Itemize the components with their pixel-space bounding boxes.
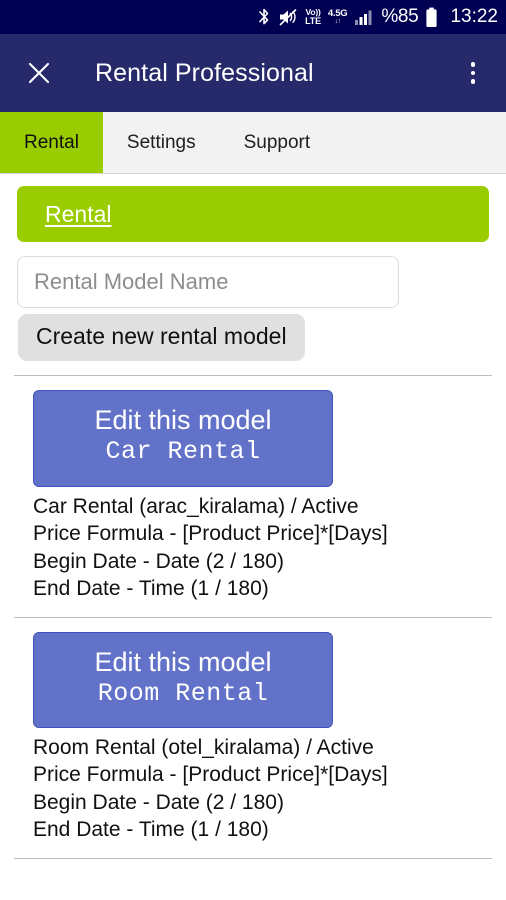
model-detail-line: Price Formula - [Product Price]*[Days]	[33, 763, 388, 787]
tab-settings-label: Settings	[126, 131, 196, 153]
close-icon[interactable]	[26, 60, 52, 86]
tab-support[interactable]: Support	[220, 112, 335, 173]
model-detail-line: End Date - Time (1 / 180)	[33, 818, 269, 842]
overflow-menu-icon[interactable]	[460, 60, 486, 86]
page-title: Rental Professional	[95, 58, 314, 87]
edit-model-button-car-rental[interactable]: Edit this model Car Rental	[33, 390, 333, 487]
network-type-label: 4.5G	[327, 7, 348, 19]
network-type-icon: 4.5G ↓↑	[327, 7, 348, 26]
rental-banner-link[interactable]: Rental	[45, 201, 111, 228]
overflow-dot-1	[470, 62, 476, 67]
model-detail-line: Car Rental (arac_kiralama) / Active	[33, 494, 359, 518]
status-bar-icons: Vo)) LTE 4.5G ↓↑ %85 13:22	[257, 6, 498, 28]
volte-bottom-label: LTE	[305, 15, 321, 26]
model-details-car-rental: Car Rental (arac_kiralama) / Active Pric…	[33, 493, 506, 603]
tab-settings[interactable]: Settings	[103, 112, 220, 173]
edit-model-button-model-name: Room Rental	[97, 678, 269, 708]
section-divider-2	[14, 616, 492, 618]
edit-model-button-title: Edit this model	[94, 646, 272, 677]
battery-icon	[425, 7, 438, 28]
edit-model-button-title: Edit this model	[94, 405, 272, 436]
volte-icon: Vo)) LTE	[305, 8, 321, 26]
model-detail-line: Room Rental (otel_kiralama) / Active	[33, 735, 374, 759]
model-detail-line: End Date - Time (1 / 180)	[33, 577, 269, 601]
status-bar: Vo)) LTE 4.5G ↓↑ %85 13:22	[0, 0, 506, 34]
create-new-rental-model-button[interactable]: Create new rental model	[18, 314, 305, 362]
create-model-form: Create new rental model	[0, 242, 506, 362]
model-detail-line: Begin Date - Date (2 / 180)	[33, 549, 284, 573]
mute-icon	[278, 7, 298, 27]
model-detail-line: Price Formula - [Product Price]*[Days]	[33, 522, 388, 546]
main-content: Rental Create new rental model Edit this…	[0, 186, 506, 859]
tab-rental[interactable]: Rental	[0, 112, 103, 173]
overflow-dot-3	[470, 79, 476, 84]
signal-bars-icon	[354, 8, 374, 26]
section-divider-1	[14, 375, 492, 377]
model-card-car-rental: Edit this model Car Rental Car Rental (a…	[0, 390, 506, 602]
model-detail-line: Begin Date - Date (2 / 180)	[33, 790, 284, 814]
tab-support-label: Support	[243, 131, 311, 153]
bluetooth-icon	[257, 7, 271, 27]
app-header: Rental Professional	[0, 34, 506, 112]
rental-banner[interactable]: Rental	[17, 186, 489, 242]
model-details-room-rental: Room Rental (otel_kiralama) / Active Pri…	[33, 734, 506, 844]
edit-model-button-room-rental[interactable]: Edit this model Room Rental	[33, 631, 333, 728]
overflow-dot-2	[470, 70, 476, 76]
rental-model-name-input[interactable]	[17, 256, 399, 308]
model-card-room-rental: Edit this model Room Rental Room Rental …	[0, 631, 506, 844]
status-bar-clock: 13:22	[450, 6, 498, 27]
network-data-arrows: ↓↑	[334, 18, 342, 26]
section-divider-3	[14, 857, 492, 859]
edit-model-button-model-name: Car Rental	[105, 437, 261, 467]
tab-rental-label: Rental	[24, 131, 79, 153]
tab-bar: Rental Settings Support	[0, 112, 506, 174]
battery-percent-label: %85	[381, 6, 419, 27]
